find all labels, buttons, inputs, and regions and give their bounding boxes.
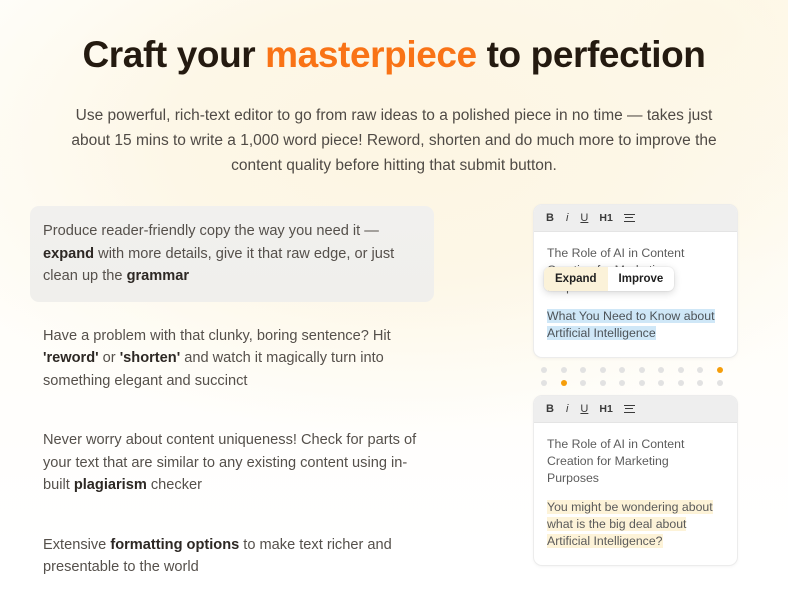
landing-page-section: Craft your masterpiece to perfection Use… (0, 0, 788, 575)
ai-action-popup[interactable]: Expand Improve (544, 267, 675, 291)
feature-text-seg: Have a problem with that clunky, boring … (43, 327, 391, 344)
dot (619, 367, 626, 373)
dot (599, 380, 606, 386)
bold-button[interactable]: B (546, 403, 554, 415)
feature-text-seg: with more details, give it that raw edge… (43, 245, 395, 285)
generated-paragraph-bottom: You might be wondering about what is the… (547, 499, 724, 550)
feature-text-seg-bold: plagiarism (73, 477, 147, 493)
dot-active (560, 380, 567, 386)
dot (599, 367, 606, 373)
dot (638, 367, 645, 373)
feature-text-seg-bold: formatting options (110, 536, 240, 553)
list-icon[interactable] (623, 213, 635, 223)
list-icon[interactable] (623, 404, 635, 414)
dot (697, 367, 704, 373)
page-title-accent: masterpiece (265, 33, 477, 75)
document-heading-bottom: The Role of AI in Content Creation for M… (547, 437, 685, 485)
dot-row (541, 367, 723, 373)
dot (619, 380, 626, 386)
dot (677, 380, 684, 386)
dot-pattern-decoration (533, 367, 738, 386)
feature-item-formatting[interactable]: Extensive formatting options to make tex… (30, 520, 434, 593)
editor-toolbar-bottom: B i U H1 (534, 396, 737, 423)
selected-paragraph-top: What You Need to Know about Artificial I… (547, 308, 724, 342)
editor-body-top[interactable]: The Role of AI in Content Creation for M… (534, 232, 737, 357)
page-title-part2: to perfection (476, 33, 706, 75)
dot (658, 367, 665, 373)
underline-button[interactable]: U (580, 212, 588, 224)
feature-text-seg: Produce reader-friendly copy the way you… (43, 223, 379, 239)
feature-list: Produce reader-friendly copy the way you… (30, 206, 434, 602)
feature-text-seg-bold: expand (43, 245, 95, 262)
highlighted-text-blue: What You Need to Know about Artificial I… (547, 309, 715, 340)
dot (541, 380, 547, 386)
italic-button[interactable]: i (565, 403, 569, 415)
editor-toolbar-top: B i U H1 (534, 205, 737, 232)
dot-row (541, 380, 723, 386)
dot (677, 367, 684, 373)
heading1-button[interactable]: H1 (599, 213, 612, 224)
feature-item-expand-grammar[interactable]: Produce reader-friendly copy the way you… (30, 206, 434, 302)
editor-card-bottom: B i U H1 The Role of AI in Content Creat… (533, 395, 738, 566)
editor-preview-column: B i U H1 The Role of AI in Content Creat… (533, 204, 738, 566)
dot (580, 380, 587, 386)
page-title: Craft your masterpiece to perfection (0, 33, 788, 77)
improve-button[interactable]: Improve (608, 267, 675, 291)
expand-button[interactable]: Expand (544, 267, 608, 291)
dot (638, 380, 645, 386)
feature-text-seg: or (98, 350, 120, 366)
dot (697, 380, 704, 386)
page-subtitle: Use powerful, rich-text editor to go fro… (71, 106, 717, 174)
heading1-button[interactable]: H1 (599, 404, 612, 415)
feature-text-seg-bold: 'shorten' (119, 350, 181, 366)
page-title-part1: Craft your (82, 33, 266, 75)
feature-item-plagiarism[interactable]: Never worry about content uniqueness! Ch… (30, 415, 434, 511)
dot (580, 367, 587, 373)
highlighted-text-yellow: You might be wondering about what is the… (547, 500, 713, 548)
dot (541, 367, 547, 373)
feature-text-seg: checker (146, 477, 202, 493)
underline-button[interactable]: U (580, 403, 588, 415)
editor-body-bottom[interactable]: The Role of AI in Content Creation for M… (534, 423, 737, 565)
dot (716, 380, 723, 386)
feature-item-reword-shorten[interactable]: Have a problem with that clunky, boring … (30, 311, 434, 407)
feature-text-seg-bold: grammar (126, 268, 190, 284)
dot-active (716, 367, 723, 373)
italic-button[interactable]: i (565, 212, 569, 224)
feature-text-seg-bold: 'reword' (43, 350, 99, 366)
dot (560, 367, 567, 373)
dot (658, 380, 665, 386)
feature-text-seg: Extensive (43, 536, 111, 553)
editor-card-top: B i U H1 The Role of AI in Content Creat… (533, 204, 738, 358)
bold-button[interactable]: B (546, 212, 554, 224)
